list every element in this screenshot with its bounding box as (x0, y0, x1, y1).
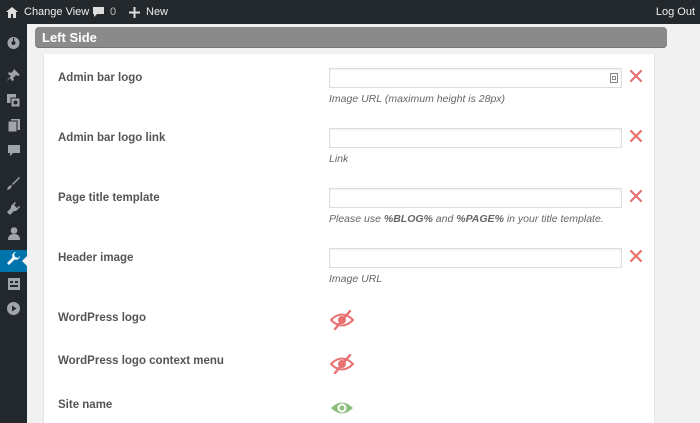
settings-icon (7, 277, 20, 295)
admin-bar-logo-hint: Image URL (maximum height is 28px) (329, 93, 506, 105)
wordpress-logo-label: WordPress logo (58, 312, 146, 324)
users-icon (7, 227, 20, 245)
dashboard-icon (7, 36, 20, 54)
header-image-hint: Image URL (329, 273, 383, 285)
header-image-input[interactable] (329, 248, 622, 268)
admin-bar-logo-input[interactable] (329, 68, 622, 88)
pin-icon (7, 68, 20, 87)
admin-bar-logo-link-label: Admin bar logo link (58, 132, 166, 144)
remove-page-title-template-icon[interactable] (630, 190, 642, 202)
header-image-label: Header image (58, 252, 134, 264)
settings-panel: Left Side Admin bar logo Image URL (maxi… (35, 24, 672, 423)
plus-icon (129, 6, 140, 18)
logout-link[interactable]: Log Out (656, 0, 695, 24)
new-content-link[interactable]: New (129, 0, 168, 24)
page-title-template-label: Page title template (58, 192, 160, 204)
menu-media-player[interactable] (0, 300, 27, 322)
menu-posts[interactable] (0, 67, 27, 89)
site-name-link[interactable]: Change View (6, 0, 89, 24)
site-name-label: Change View (24, 6, 90, 18)
admin-bar-logo-label: Admin bar logo (58, 72, 143, 84)
admin-bar-logo-link-input[interactable] (329, 128, 622, 148)
menu-appearance[interactable] (0, 175, 27, 197)
plugins-icon (7, 202, 20, 220)
menu-tools[interactable] (0, 250, 27, 272)
appearance-icon (7, 177, 20, 195)
eye-visible-icon[interactable] (330, 398, 354, 418)
tools-icon (7, 252, 20, 270)
pages-icon (7, 119, 20, 137)
site-name-toggle-label: Site name (58, 399, 113, 411)
menu-plugins[interactable] (0, 200, 27, 222)
page-title-template-input[interactable] (329, 188, 622, 208)
wordpress-logo-context-menu-label: WordPress logo context menu (58, 355, 224, 367)
admin-menu (0, 24, 27, 423)
eye-hidden-icon[interactable] (330, 310, 354, 330)
page-title-template-hint: Please use %BLOG% and %PAGE% in your tit… (329, 213, 604, 225)
remove-admin-bar-logo-link-icon[interactable] (630, 130, 642, 142)
remove-header-image-icon[interactable] (630, 250, 642, 262)
play-icon (7, 302, 20, 320)
menu-dashboard[interactable] (0, 34, 27, 56)
menu-media[interactable] (0, 92, 27, 114)
admin-bar: Change View 0 New Log Out (0, 0, 700, 24)
comment-icon (92, 6, 105, 18)
new-label: New (146, 6, 169, 18)
media-icon (7, 94, 21, 112)
comments-icon (7, 144, 20, 162)
menu-settings[interactable] (0, 275, 27, 297)
admin-bar-logo-link-hint: Link (329, 153, 349, 165)
remove-admin-bar-logo-icon[interactable] (630, 70, 642, 82)
section-header[interactable]: Left Side (35, 27, 667, 48)
menu-users[interactable] (0, 225, 27, 247)
menu-pages[interactable] (0, 117, 27, 139)
comments-count: 0 (110, 6, 117, 18)
comments-link[interactable]: 0 (92, 0, 116, 24)
active-arrow (22, 256, 27, 266)
eye-hidden-icon[interactable] (330, 354, 354, 374)
settings-form: Admin bar logo Image URL (maximum height… (43, 54, 655, 423)
media-upload-icon[interactable] (610, 73, 618, 83)
menu-comments[interactable] (0, 142, 27, 164)
home-icon (6, 6, 18, 18)
